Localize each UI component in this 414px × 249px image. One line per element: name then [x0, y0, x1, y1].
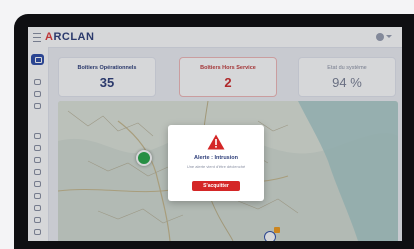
acknowledge-button[interactable]: S'acquitter — [192, 181, 240, 191]
app-screen: ARCLAN Boîtiers Opérationnels 35 Boîtier… — [28, 27, 402, 241]
alert-modal: Alerte : Intrusion Une alerte vient d'êt… — [168, 125, 264, 201]
warning-triangle-icon — [207, 134, 225, 150]
alert-message: Une alerte vient d'être déclenché — [186, 164, 246, 169]
alert-title: Alerte : Intrusion — [193, 155, 238, 161]
